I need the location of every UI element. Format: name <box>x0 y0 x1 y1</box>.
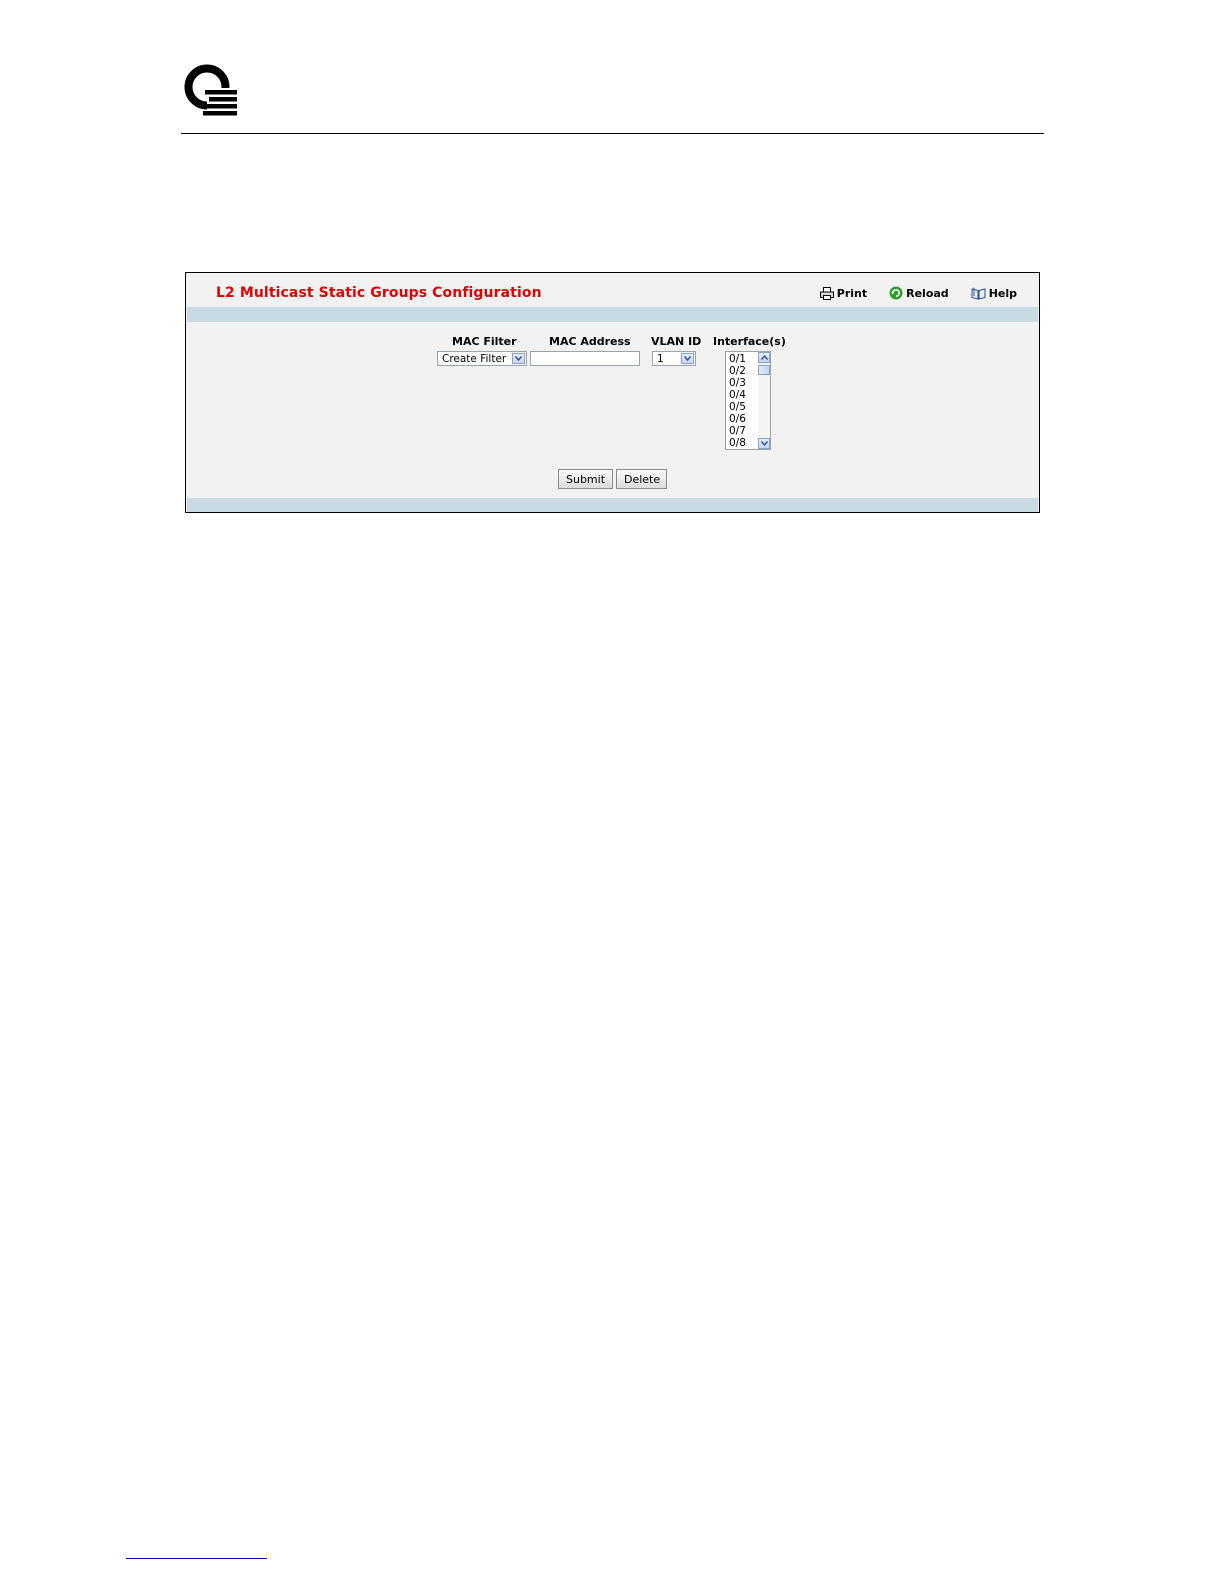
footer-link-rule <box>126 1558 267 1559</box>
reload-label: Reload <box>906 286 949 300</box>
printer-icon <box>819 286 834 300</box>
help-button[interactable]: Help <box>971 286 1017 300</box>
vlan-id-label: VLAN ID <box>651 335 702 348</box>
print-button[interactable]: Print <box>819 286 868 300</box>
mac-filter-select[interactable]: Create Filter <box>437 351 527 366</box>
help-label: Help <box>988 286 1017 300</box>
toolbar: Print Reload Help <box>819 286 1017 300</box>
mac-filter-label: MAC Filter <box>452 335 517 348</box>
mac-address-input[interactable] <box>530 351 640 366</box>
scroll-thumb[interactable] <box>758 365 770 375</box>
header-rule <box>181 133 1044 134</box>
config-panel: L2 Multicast Static Groups Configuration… <box>185 272 1040 513</box>
header-band <box>187 307 1038 322</box>
reload-button[interactable]: Reload <box>889 286 949 300</box>
book-icon <box>971 287 986 300</box>
vlan-id-select[interactable]: 1 <box>652 351 696 366</box>
scroll-down-button[interactable] <box>758 438 770 449</box>
chevron-down-icon <box>760 441 768 446</box>
interfaces-listbox[interactable]: 0/1 0/2 0/3 0/4 0/5 0/6 0/7 0/8 <box>725 351 771 450</box>
delete-button[interactable]: Delete <box>616 469 667 489</box>
print-label: Print <box>836 286 868 300</box>
footer-band <box>187 498 1038 512</box>
vlan-id-value: 1 <box>657 352 664 365</box>
mac-filter-value: Create Filter <box>442 352 507 365</box>
chevron-down-icon <box>681 353 694 364</box>
company-logo <box>184 64 237 116</box>
interfaces-label: Interface(s) <box>713 335 786 348</box>
mac-address-label: MAC Address <box>549 335 631 348</box>
chevron-down-icon <box>512 353 525 364</box>
submit-button[interactable]: Submit <box>558 469 613 489</box>
interfaces-scrollbar[interactable] <box>758 352 770 449</box>
page-title: L2 Multicast Static Groups Configuration <box>216 285 542 301</box>
chevron-up-icon <box>760 355 768 360</box>
scroll-up-button[interactable] <box>758 352 770 363</box>
reload-icon <box>889 286 903 300</box>
